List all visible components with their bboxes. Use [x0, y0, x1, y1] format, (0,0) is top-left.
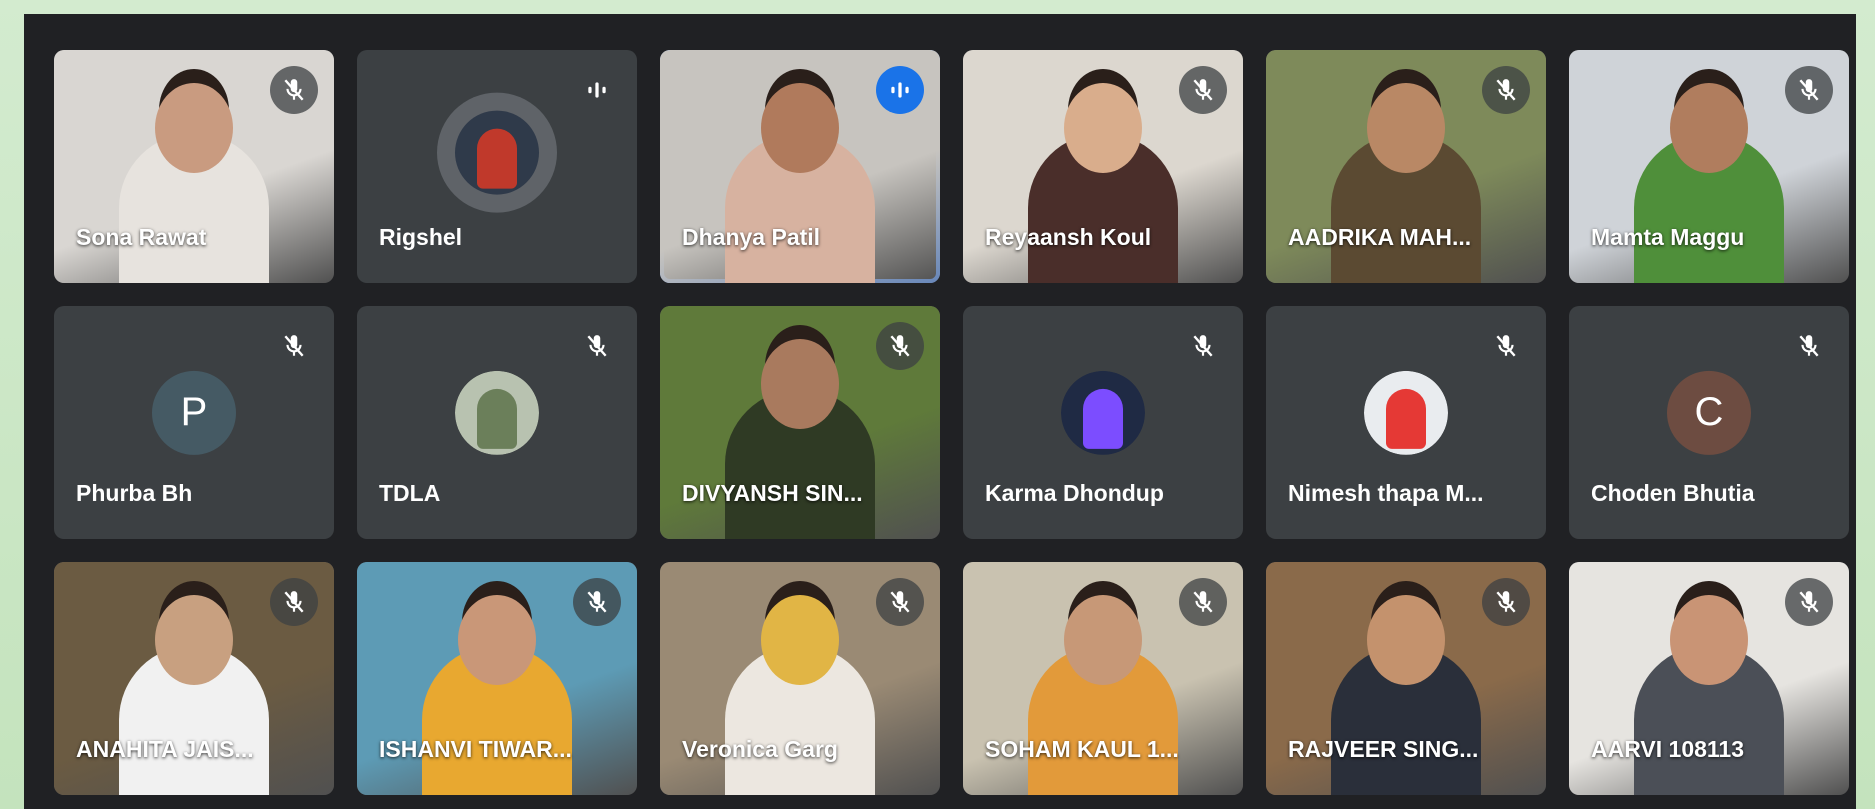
participant-tile[interactable]: RAJVEER SING...	[1266, 562, 1546, 795]
meeting-window: Sona Rawat Rigshel Dhanya Patil Reyaansh Ko…	[24, 14, 1856, 809]
participant-tile[interactable]: Mamta Maggu	[1569, 50, 1849, 283]
participant-name: TDLA	[379, 480, 441, 506]
participant-name: ANAHITA JAIS...	[76, 736, 254, 762]
participant-head	[761, 83, 839, 173]
mic-off-icon	[573, 322, 621, 370]
speaking-indicator-icon	[876, 66, 924, 114]
participant-tile[interactable]: Veronica Garg	[660, 562, 940, 795]
participant-head	[1367, 595, 1445, 685]
mic-off-icon	[270, 578, 318, 626]
participant-head	[155, 595, 233, 685]
participant-name: Sona Rawat	[76, 224, 207, 250]
participant-tile[interactable]: SOHAM KAUL 1...	[963, 562, 1243, 795]
avatar-initial: P	[180, 389, 208, 434]
participant-name: AADRIKA MAH...	[1288, 224, 1472, 250]
participant-name: Reyaansh Koul	[985, 224, 1152, 250]
mic-off-icon	[270, 322, 318, 370]
avatar-photo-subject	[477, 128, 517, 189]
participant-head	[1670, 83, 1748, 173]
participant-tile[interactable]: TDLA	[357, 306, 637, 539]
participant-name: Karma Dhondup	[985, 480, 1164, 506]
participant-head	[155, 83, 233, 173]
participant-head	[1367, 83, 1445, 173]
avatar-photo	[455, 110, 539, 195]
mic-off-icon	[1785, 66, 1833, 114]
participant-tile[interactable]: P Phurba Bh	[54, 306, 334, 539]
participant-name: Phurba Bh	[76, 480, 193, 506]
participant-name: AARVI 108113	[1591, 736, 1745, 762]
participant-tile[interactable]: Reyaansh Koul	[963, 50, 1243, 283]
participant-head	[761, 339, 839, 429]
participant-name: Rigshel	[379, 224, 463, 250]
mic-off-icon	[1179, 66, 1227, 114]
mic-off-icon	[1482, 66, 1530, 114]
participant-name: ISHANVI TIWAR...	[379, 736, 572, 762]
participant-name: DIVYANSH SIN...	[682, 480, 863, 506]
mic-off-icon	[1785, 578, 1833, 626]
avatar-photo	[1364, 370, 1448, 455]
avatar	[1364, 370, 1448, 455]
participant-name: Mamta Maggu	[1591, 224, 1745, 250]
participant-tile[interactable]: Sona Rawat	[54, 50, 334, 283]
participant-head	[761, 595, 839, 685]
participant-name: Nimesh thapa M...	[1288, 480, 1484, 506]
participant-name: Veronica Garg	[682, 736, 838, 762]
avatar	[437, 92, 557, 213]
mic-off-icon	[1785, 322, 1833, 370]
avatar	[455, 370, 539, 455]
participant-name: Choden Bhutia	[1591, 480, 1755, 506]
participant-tile[interactable]: C Choden Bhutia	[1569, 306, 1849, 539]
participant-head	[458, 595, 536, 685]
avatar-photo-subject	[477, 388, 517, 449]
participant-head	[1064, 83, 1142, 173]
avatar: C	[1667, 370, 1751, 455]
participant-tile[interactable]: Dhanya Patil	[660, 50, 940, 283]
participant-grid: Sona Rawat Rigshel Dhanya Patil Reyaansh Ko…	[54, 50, 1849, 795]
mic-off-icon	[270, 66, 318, 114]
avatar	[1061, 370, 1145, 455]
participant-tile[interactable]: ANAHITA JAIS...	[54, 562, 334, 795]
participant-head	[1670, 595, 1748, 685]
participant-tile[interactable]: AARVI 108113	[1569, 562, 1849, 795]
participant-tile[interactable]: Rigshel	[357, 50, 637, 283]
mic-off-icon	[1179, 322, 1227, 370]
avatar: P	[152, 370, 236, 455]
participant-name: SOHAM KAUL 1...	[985, 736, 1179, 762]
mic-off-icon	[1482, 578, 1530, 626]
mic-off-icon	[573, 578, 621, 626]
mic-off-icon	[1482, 322, 1530, 370]
participant-tile[interactable]: ISHANVI TIWAR...	[357, 562, 637, 795]
mic-off-icon	[876, 578, 924, 626]
avatar-photo	[1061, 370, 1145, 455]
mic-off-icon	[1179, 578, 1227, 626]
avatar-initial: C	[1694, 389, 1724, 434]
avatar-photo	[455, 370, 539, 455]
participant-head	[1064, 595, 1142, 685]
participant-tile[interactable]: AADRIKA MAH...	[1266, 50, 1546, 283]
participant-name: Dhanya Patil	[682, 224, 821, 250]
avatar-photo-subject	[1386, 388, 1426, 449]
participant-name: RAJVEER SING...	[1288, 736, 1479, 762]
speaking-indicator-icon	[573, 66, 621, 114]
participant-tile[interactable]: Karma Dhondup	[963, 306, 1243, 539]
mic-off-icon	[876, 322, 924, 370]
participant-tile[interactable]: DIVYANSH SIN...	[660, 306, 940, 539]
participant-tile[interactable]: Nimesh thapa M...	[1266, 306, 1546, 539]
avatar-photo-subject	[1083, 388, 1123, 449]
